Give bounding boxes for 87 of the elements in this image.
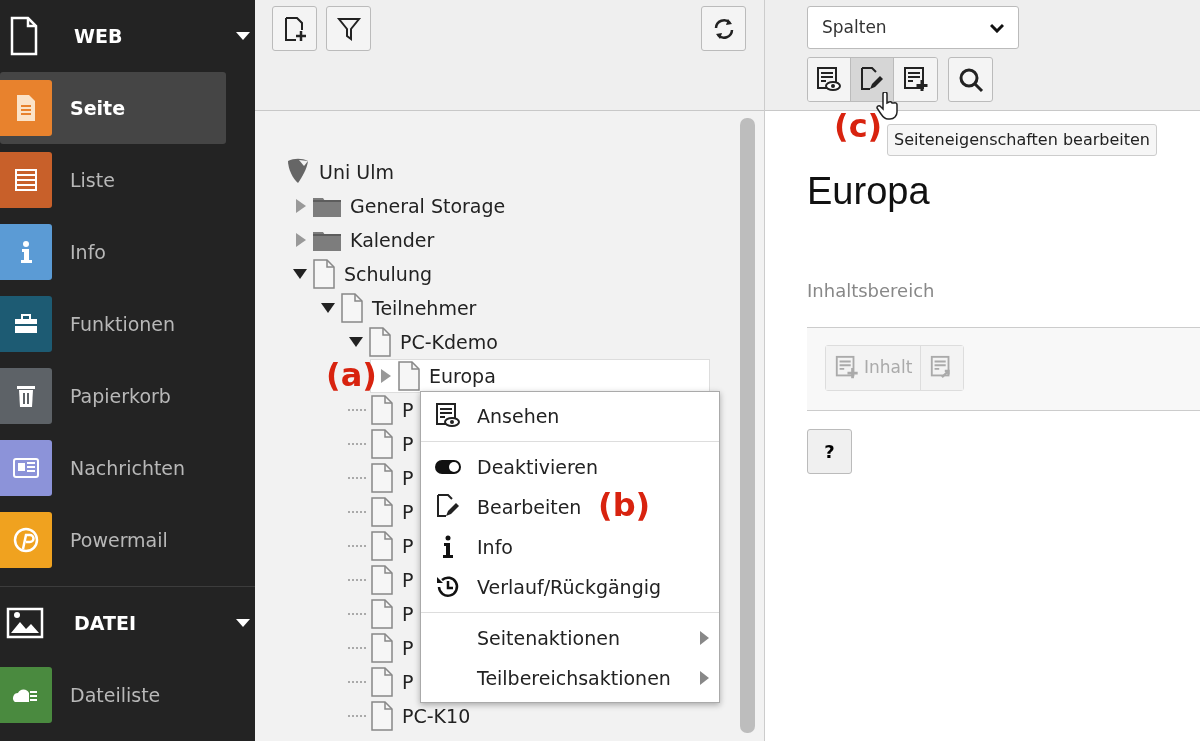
tree-item-label: General Storage [350, 193, 506, 219]
page-icon [368, 327, 392, 357]
tree-item[interactable]: General Storage [285, 189, 510, 223]
tree-item[interactable]: P [285, 665, 418, 699]
tree-item[interactable]: P [285, 427, 418, 461]
tree-item-label: PC-K10 [402, 703, 471, 729]
page-icon [370, 633, 394, 663]
edit-page-button[interactable] [851, 58, 894, 101]
search-button[interactable] [948, 57, 993, 102]
tree-item-label: Uni Ulm [319, 159, 394, 185]
document-eye-icon [815, 65, 843, 94]
page-icon [312, 259, 336, 289]
annotation-label: (b) [598, 485, 651, 526]
module-item[interactable]: Dateiliste [0, 659, 226, 731]
page-title: Europa [807, 169, 931, 214]
tree-item[interactable]: P [285, 597, 418, 631]
annotation-label: (c) [834, 106, 883, 147]
menu-item[interactable]: Teilbereichsaktionen [421, 658, 719, 698]
module-item[interactable]: Liste [0, 144, 226, 216]
new-content-button[interactable] [894, 58, 937, 101]
submenu-arrow-icon [700, 631, 709, 645]
document-eye-icon [434, 402, 462, 430]
tree-item-label: P [402, 397, 414, 423]
tree-item[interactable]: P [285, 495, 418, 529]
menu-item[interactable]: Deaktivieren [421, 447, 603, 487]
module-item[interactable]: Info [0, 216, 226, 288]
tree-item[interactable]: P [285, 563, 418, 597]
menu-item[interactable]: Info [421, 527, 517, 567]
tree-item-label: Teilnehmer [372, 295, 477, 321]
filter-icon [335, 15, 362, 42]
document-plus-icon [834, 354, 860, 381]
page-icon [370, 429, 394, 459]
tree-item-label: P [402, 669, 414, 695]
tree-item[interactable]: Uni Ulm [285, 155, 398, 189]
page-icon [340, 293, 364, 323]
tree-item[interactable]: Teilnehmer [285, 291, 481, 325]
help-button[interactable]: ? [807, 428, 852, 474]
module-group-title: DATEI [74, 610, 137, 636]
filter-button[interactable] [326, 6, 371, 51]
view-select[interactable]: Spalten [807, 6, 1019, 49]
tree-item-label: P [402, 465, 414, 491]
view-page-button[interactable] [808, 58, 851, 101]
page-icon [370, 531, 394, 561]
page-icon [370, 395, 394, 425]
tree-item[interactable]: PC-K10 [285, 699, 475, 733]
document-plus-icon [901, 65, 930, 94]
tree-item-label: PC-Kdemo [400, 329, 498, 355]
page-icon [370, 701, 394, 731]
tree-item-label: P [402, 533, 414, 559]
refresh-button[interactable] [701, 6, 746, 51]
page-icon [397, 361, 421, 391]
tree-item[interactable]: Kalender [285, 223, 439, 257]
module-item[interactable]: Funktionen [0, 288, 226, 360]
menu-item[interactable]: Bearbeiten [421, 487, 586, 527]
tree-item[interactable]: Schulung [285, 257, 436, 291]
tree-item-label: Kalender [350, 227, 435, 253]
tree-item-label: P [402, 431, 414, 457]
tree-item-label: P [402, 635, 414, 661]
tooltip: Seiteneigenschaften bearbeiten [887, 124, 1157, 156]
search-icon [957, 66, 984, 93]
menu-item[interactable]: Ansehen [421, 396, 564, 436]
tree-item-label: Europa [429, 363, 496, 389]
new-page-button[interactable] [272, 6, 317, 51]
chevron-down-icon [990, 22, 1004, 33]
at-p-icon [11, 525, 41, 555]
page-icon [370, 599, 394, 629]
module-item[interactable]: Seite [0, 72, 226, 144]
tree-item-label: Schulung [344, 261, 432, 287]
tree-item[interactable]: P [285, 461, 418, 495]
module-item[interactable]: Powermail [0, 504, 226, 576]
page-icon [370, 667, 394, 697]
page-icon [370, 497, 394, 527]
submenu-arrow-icon [700, 671, 709, 685]
tree-item-label: P [402, 601, 414, 627]
tree-item-label: P [402, 499, 414, 525]
column-title: Inhaltsbereich [807, 278, 936, 303]
module-item[interactable]: Papierkorb [0, 360, 226, 432]
tree-item-label: P [402, 567, 414, 593]
menu-item[interactable]: Seitenaktionen [421, 618, 719, 658]
tree-item[interactable]: P [285, 631, 418, 665]
module-group-title: WEB [74, 23, 124, 49]
page-icon [370, 463, 394, 493]
tree-item[interactable]: P [285, 529, 418, 563]
page-icon [370, 565, 394, 595]
tree-item[interactable]: P [285, 393, 418, 427]
module-item[interactable]: Nachrichten [0, 432, 226, 504]
menu-item[interactable]: Verlauf/Rückgängig [421, 567, 666, 607]
